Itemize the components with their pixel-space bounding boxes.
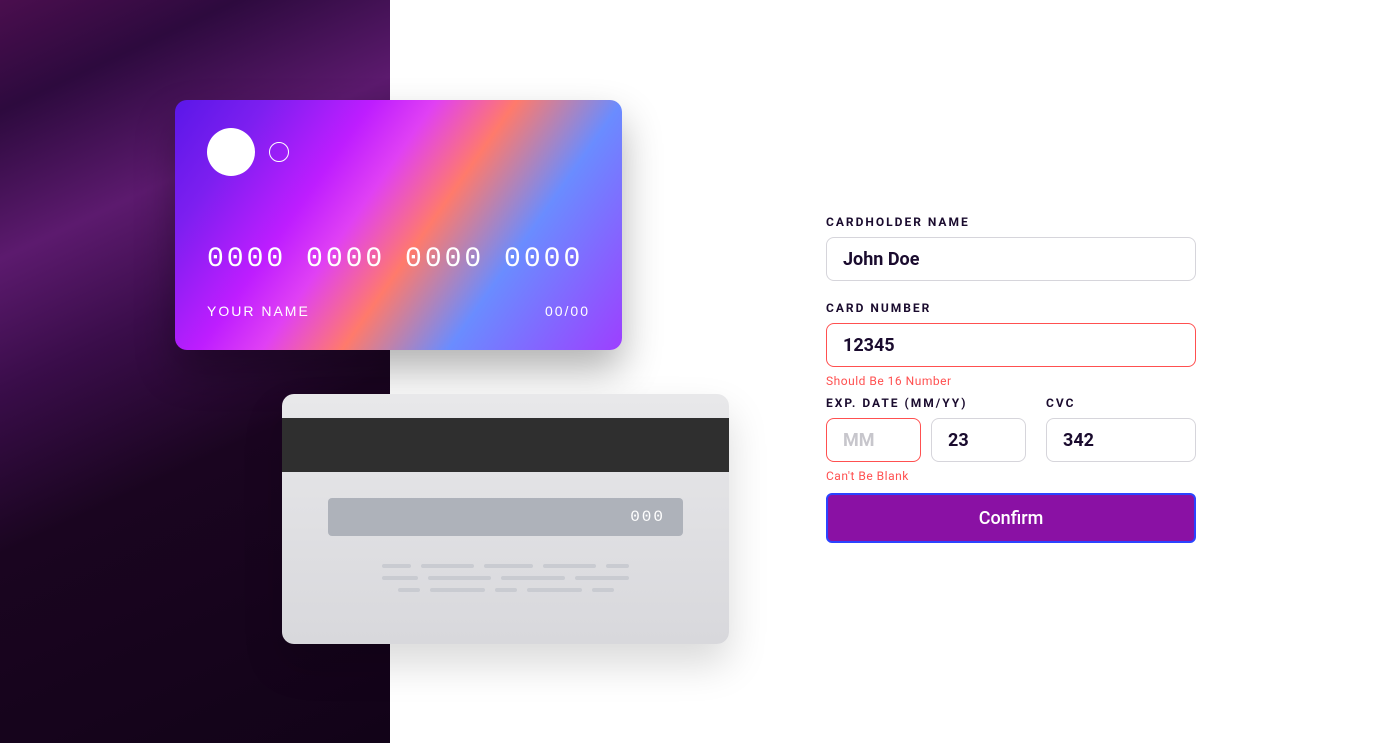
card-logo xyxy=(207,128,590,176)
exp-label: EXP. DATE (MM/YY) xyxy=(826,396,1026,410)
exp-group: EXP. DATE (MM/YY) Can't Be Blank xyxy=(826,396,1026,483)
credit-card-back: 000 xyxy=(282,394,729,644)
exp-month-input[interactable] xyxy=(826,418,921,462)
card-bottom-row: YOUR NAME 00/00 xyxy=(207,303,590,319)
credit-card-front: 0000 0000 0000 0000 YOUR NAME 00/00 xyxy=(175,100,622,350)
card-logo-circle-large xyxy=(207,128,255,176)
card-logo-circle-small xyxy=(269,142,289,162)
cardnumber-error: Should Be 16 Number xyxy=(826,374,1196,388)
card-cvc-display: 000 xyxy=(630,508,665,526)
magnetic-stripe xyxy=(282,418,729,472)
exp-year-input[interactable] xyxy=(931,418,1026,462)
cvc-label: CVC xyxy=(1046,396,1196,410)
cardholder-label: CARDHOLDER NAME xyxy=(826,215,1196,229)
card-number-input[interactable] xyxy=(826,323,1196,367)
cardnumber-label: CARD NUMBER xyxy=(826,301,1196,315)
card-name-display: YOUR NAME xyxy=(207,303,310,319)
cardholder-name-input[interactable] xyxy=(826,237,1196,281)
confirm-button[interactable]: Confirm xyxy=(826,493,1196,543)
card-number-display: 0000 0000 0000 0000 xyxy=(207,244,590,275)
exp-error: Can't Be Blank xyxy=(826,469,1026,483)
cvc-group: CVC xyxy=(1046,396,1196,483)
signature-strip: 000 xyxy=(328,498,683,536)
cardnumber-group: CARD NUMBER Should Be 16 Number xyxy=(826,301,1196,388)
exp-cvc-row: EXP. DATE (MM/YY) Can't Be Blank CVC xyxy=(826,396,1196,483)
payment-form: CARDHOLDER NAME CARD NUMBER Should Be 16… xyxy=(826,215,1196,543)
cardholder-group: CARDHOLDER NAME xyxy=(826,215,1196,281)
cvc-input[interactable] xyxy=(1046,418,1196,462)
card-expiry-display: 00/00 xyxy=(545,303,590,319)
card-back-decor xyxy=(382,564,629,592)
